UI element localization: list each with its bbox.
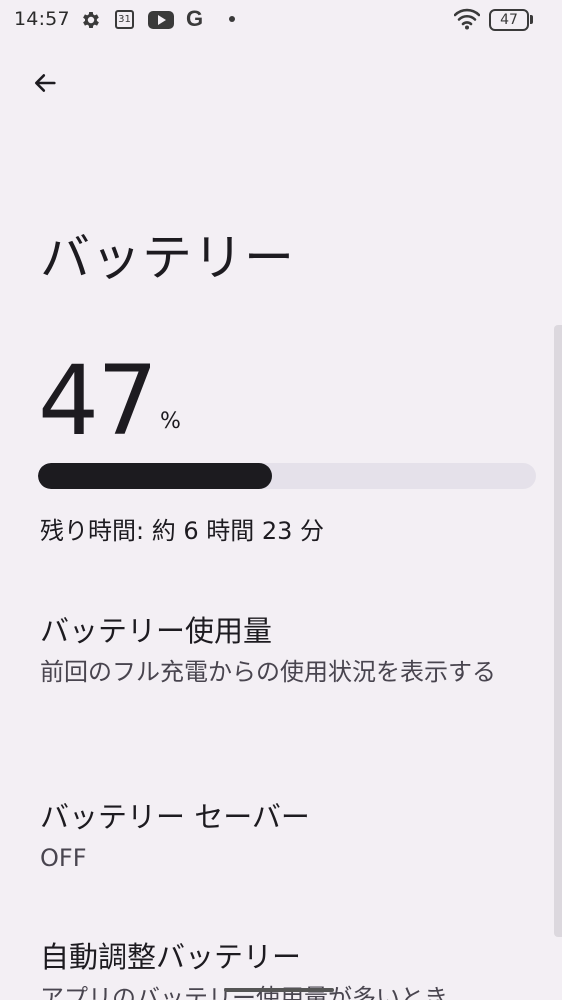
battery-icon: 47 <box>489 9 529 31</box>
battery-progress-fill <box>38 463 273 489</box>
battery-level-value: 47 <box>38 345 158 457</box>
battery-progress-bar <box>38 463 536 489</box>
calendar-icon: 31 <box>115 10 134 29</box>
status-bar: 14:57 31 G 47 <box>0 0 562 40</box>
arrow-back-icon <box>31 69 59 101</box>
back-button[interactable] <box>22 62 68 108</box>
notification-dot-icon <box>229 16 235 22</box>
battery-saver-summary: OFF <box>40 844 87 872</box>
battery-saver-item[interactable]: バッテリー セーバー OFF <box>0 782 540 892</box>
page-title: バッテリー <box>40 229 295 287</box>
adaptive-battery-title: 自動調整バッテリー <box>40 940 302 974</box>
scrollbar[interactable] <box>554 325 562 937</box>
time-remaining: 残り時間: 約 6 時間 23 分 <box>40 517 325 545</box>
battery-usage-item[interactable]: バッテリー使用量 前回のフル充電からの使用状況を表示する <box>0 590 540 750</box>
status-time: 14:57 <box>14 8 70 30</box>
google-icon: G <box>186 6 204 31</box>
battery-saver-title: バッテリー セーバー <box>40 800 310 834</box>
wifi-icon <box>453 8 481 34</box>
battery-usage-title: バッテリー使用量 <box>40 614 273 648</box>
battery-nub <box>530 15 533 24</box>
youtube-icon <box>148 10 174 34</box>
battery-level-unit: % <box>160 409 181 434</box>
settings-gear-icon <box>80 9 102 35</box>
navigation-handle[interactable] <box>224 988 334 992</box>
battery-usage-summary: 前回のフル充電からの使用状況を表示する <box>40 658 496 686</box>
